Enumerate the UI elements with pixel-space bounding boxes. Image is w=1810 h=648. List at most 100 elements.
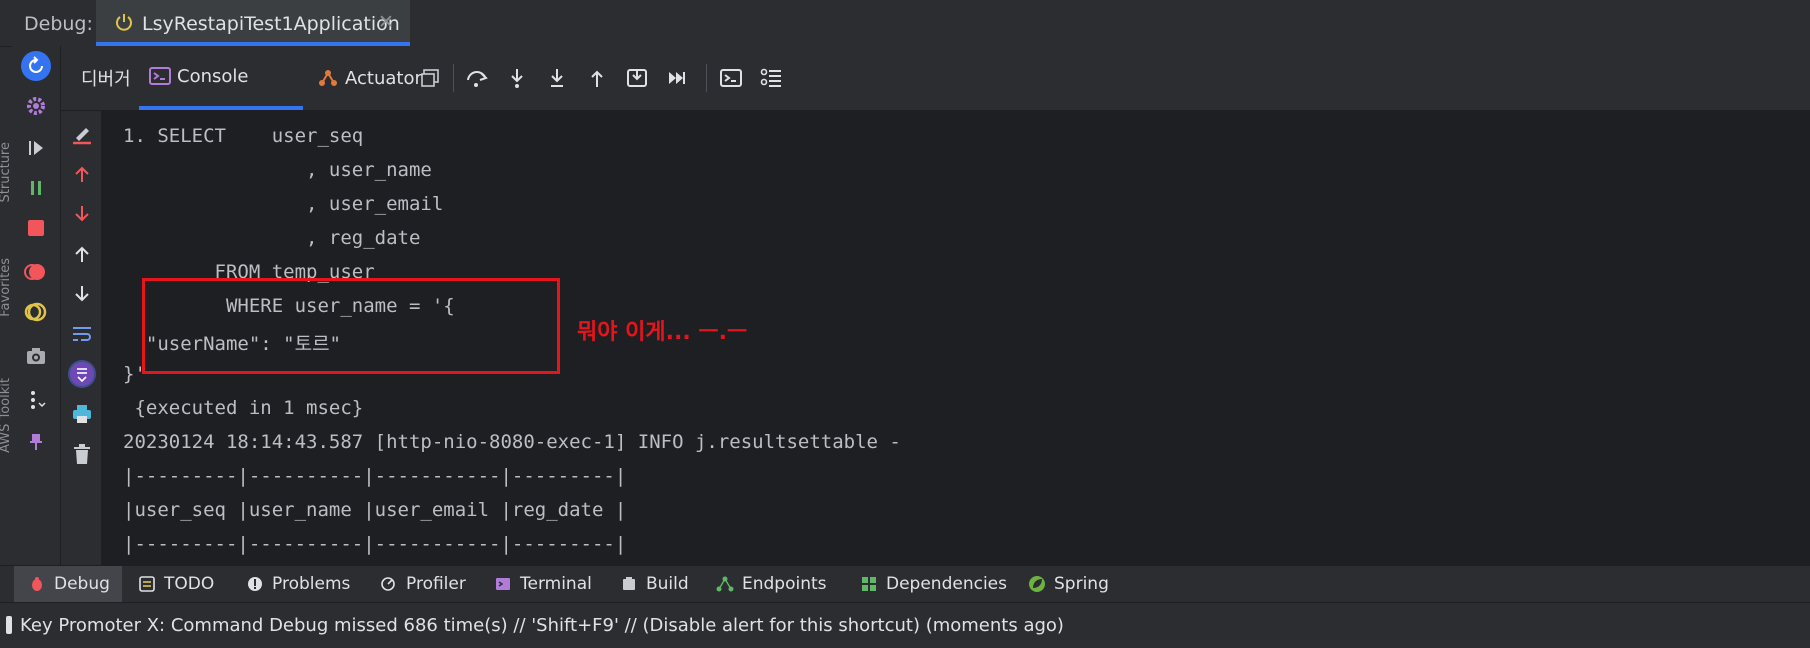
status-bar: Key Promoter X: Command Debug missed 686…	[0, 602, 1810, 648]
tool-tab-profiler[interactable]: Profiler	[380, 566, 466, 602]
evaluate-button[interactable]	[663, 64, 691, 92]
mute-breakpoints-button[interactable]	[18, 294, 54, 330]
debug-toolbar: 디버거 Console Actuator	[61, 46, 1810, 111]
tab-debugger[interactable]: 디버거	[81, 46, 131, 110]
view-breakpoints-button[interactable]	[18, 254, 54, 290]
print-button[interactable]	[67, 399, 97, 429]
arrow-down-red-icon	[75, 206, 89, 222]
console-line: , user_email	[123, 193, 444, 215]
step-over-button[interactable]	[463, 64, 491, 92]
pause-icon	[31, 181, 41, 195]
console-line: 20230124 18:14:43.587 [http-nio-8080-exe…	[123, 431, 901, 453]
more-actions-button[interactable]	[18, 382, 54, 418]
console-line: , user_name	[123, 159, 432, 181]
show-terminal-button[interactable]	[717, 64, 745, 92]
skip-to-end-icon	[669, 72, 685, 84]
scroll-up-button[interactable]	[67, 239, 97, 269]
annotation-box	[142, 278, 560, 374]
tool-tab-label: Problems	[272, 574, 351, 594]
toolbar-separator	[706, 64, 707, 92]
tab-console[interactable]: Console	[139, 46, 303, 110]
console-line: 1. SELECT user_seq	[123, 125, 364, 147]
debug-label: Debug:	[24, 13, 93, 35]
step-into-button[interactable]	[503, 64, 531, 92]
camera-icon	[27, 348, 45, 364]
endpoints-icon	[716, 575, 734, 593]
console-gutter	[61, 111, 101, 565]
tool-tab-todo[interactable]: TODO	[138, 566, 214, 602]
pause-button[interactable]	[18, 170, 54, 206]
tool-tab-label: TODO	[164, 574, 215, 594]
printer-icon	[73, 405, 91, 423]
pin-icon	[30, 434, 42, 450]
gear-icon	[27, 97, 45, 115]
run-config-tab[interactable]: LsyRestapiTest1Application ✕	[96, 0, 410, 46]
scroll-down-button[interactable]	[67, 279, 97, 309]
scroll-to-end-icon	[68, 360, 96, 388]
actuator-icon	[319, 70, 337, 86]
scroll-to-end-button[interactable]	[67, 359, 97, 389]
tool-tab-problems[interactable]: Problems	[246, 566, 350, 602]
settings-button[interactable]	[18, 88, 54, 124]
run-config-name: LsyRestapiTest1Application	[142, 13, 400, 35]
breakpoints-icon	[24, 264, 45, 280]
tool-tab-label: Debug	[54, 574, 110, 594]
problems-icon	[246, 575, 264, 593]
stop-button[interactable]	[18, 210, 54, 246]
profiler-icon	[380, 575, 398, 593]
tab-actuator[interactable]: Actuator	[317, 46, 422, 110]
restore-layout-icon	[421, 69, 439, 87]
rerun-icon	[21, 51, 51, 81]
run-to-cursor-button[interactable]	[623, 64, 651, 92]
soft-wrap-icon	[73, 327, 91, 341]
tool-tab-label: Spring	[1054, 574, 1109, 594]
force-step-into-icon	[551, 69, 563, 87]
clear-highlight-button[interactable]	[67, 119, 97, 149]
dependencies-icon	[860, 575, 878, 593]
debug-title-bar: Debug: LsyRestapiTest1Application ✕	[0, 0, 1810, 47]
force-step-into-button[interactable]	[543, 64, 571, 92]
tool-tab-label: Terminal	[520, 574, 592, 594]
debug-left-strip	[12, 46, 61, 565]
step-out-icon	[591, 70, 603, 87]
run-to-cursor-icon	[627, 69, 647, 87]
layout-settings-button[interactable]	[416, 64, 444, 92]
terminal-icon	[720, 69, 742, 87]
tool-tab-endpoints[interactable]: Endpoints	[716, 566, 827, 602]
power-icon	[116, 14, 132, 31]
trash-icon	[74, 444, 90, 464]
tool-tab-label: Endpoints	[742, 574, 827, 594]
build-icon	[620, 575, 638, 593]
step-into-icon	[511, 69, 523, 88]
clear-all-button[interactable]	[67, 439, 97, 469]
prev-occurrence-button[interactable]	[67, 159, 97, 189]
status-message[interactable]: Key Promoter X: Command Debug missed 686…	[20, 615, 1064, 636]
screenshot-button[interactable]	[18, 338, 54, 374]
arrow-down-icon	[75, 286, 89, 302]
tool-window-bar: Debug TODO Problems Profiler Terminal Bu…	[0, 565, 1810, 602]
close-tab-icon[interactable]: ✕	[378, 11, 394, 33]
console-line: |---------|----------|-----------|------…	[123, 533, 627, 555]
next-occurrence-button[interactable]	[67, 199, 97, 229]
console-clipped-line	[101, 111, 1810, 117]
spring-leaf-icon	[1028, 575, 1046, 593]
more-vertical-icon	[31, 391, 46, 409]
arrow-up-icon	[75, 246, 89, 262]
terminal-icon	[494, 575, 512, 593]
show-list-button[interactable]	[757, 64, 785, 92]
resume-button[interactable]	[18, 130, 54, 166]
tool-tab-dependencies[interactable]: Dependencies	[860, 566, 1007, 602]
console-line: |---------|----------|-----------|------…	[123, 465, 627, 487]
rerun-button[interactable]	[18, 48, 54, 84]
pin-tab-button[interactable]	[18, 424, 54, 460]
tool-tab-label: Dependencies	[886, 574, 1007, 594]
tool-tab-debug[interactable]: Debug	[14, 566, 122, 602]
tool-tab-spring[interactable]: Spring	[1028, 566, 1109, 602]
arrow-up-red-icon	[75, 166, 89, 182]
tool-tab-terminal[interactable]: Terminal	[494, 566, 592, 602]
soft-wrap-button[interactable]	[67, 319, 97, 349]
step-out-button[interactable]	[583, 64, 611, 92]
tool-tab-build[interactable]: Build	[620, 566, 689, 602]
console-icon	[149, 67, 171, 85]
tool-tab-label: Profiler	[406, 574, 466, 594]
